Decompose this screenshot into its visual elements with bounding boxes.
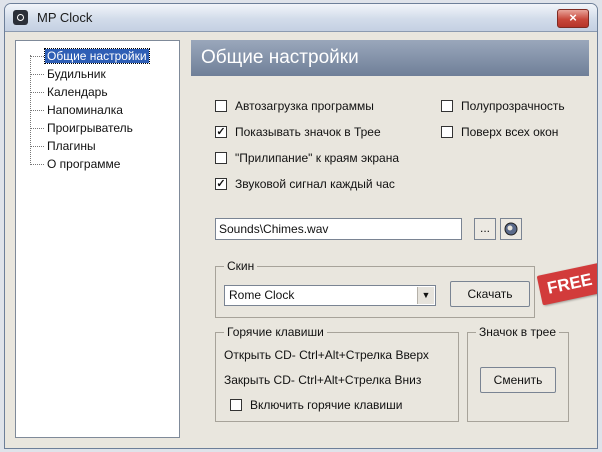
close-icon: × xyxy=(569,10,577,25)
chevron-down-icon: ▼ xyxy=(417,287,434,304)
checkbox-box: ✓ xyxy=(215,125,227,138)
free-badge: FREE xyxy=(536,260,597,306)
tree-item-label: О программе xyxy=(47,157,121,171)
always-on-top-checkbox[interactable]: Поверх всех окон xyxy=(441,124,558,140)
tree-item-about[interactable]: О программе xyxy=(30,156,122,172)
checkbox-box xyxy=(215,151,227,164)
hotkey-close-cd: Закрыть CD- Ctrl+Alt+Стрелка Вниз xyxy=(224,373,422,387)
snap-edges-checkbox[interactable]: "Прилипание" к краям экрана xyxy=(215,150,399,166)
checkbox-label: Показывать значок в Трее xyxy=(235,125,381,139)
checkbox-box xyxy=(441,125,453,138)
hotkeys-group: Горячие клавиши Открыть CD- Ctrl+Alt+Стр… xyxy=(215,325,459,422)
transparency-checkbox[interactable]: Полупрозрачность xyxy=(441,98,565,114)
skin-group-title: Скин xyxy=(224,259,258,273)
panel-header: Общие настройки xyxy=(191,40,589,76)
tree-item-label: Общие настройки xyxy=(44,48,150,64)
tree-item-calendar[interactable]: Календарь xyxy=(30,84,110,100)
change-tray-icon-button[interactable]: Сменить xyxy=(480,367,556,393)
tree-item-label: Будильник xyxy=(47,67,106,81)
hotkeys-group-title: Горячие клавиши xyxy=(224,325,327,339)
checkbox-label: Полупрозрачность xyxy=(461,99,565,113)
checkbox-label: Поверх всех окон xyxy=(461,125,559,139)
checkbox-box: ✓ xyxy=(215,177,227,190)
skin-group: Скин Rome Clock ▼ Скачать xyxy=(215,259,535,318)
window-title: MP Clock xyxy=(37,10,93,25)
checkbox-label: Автозагрузка программы xyxy=(235,99,374,113)
sound-file-input[interactable]: Sounds\Chimes.wav xyxy=(215,218,462,240)
autostart-checkbox[interactable]: Автозагрузка программы xyxy=(215,98,374,114)
browse-button[interactable]: ... xyxy=(474,218,496,240)
checkbox-box xyxy=(441,99,453,112)
skin-select-value: Rome Clock xyxy=(229,288,295,302)
speaker-icon xyxy=(504,222,518,236)
settings-tree: Общие настройки Будильник Календарь Напо… xyxy=(15,40,180,438)
tree-item-label: Календарь xyxy=(47,85,108,99)
enable-hotkeys-checkbox[interactable]: Включить горячие клавиши xyxy=(230,397,402,413)
settings-panel: Общие настройки Автозагрузка программы ✓… xyxy=(191,40,597,442)
ellipsis-icon: ... xyxy=(479,221,490,235)
tree-item-label: Плагины xyxy=(47,139,96,153)
title-bar: MP Clock × xyxy=(5,4,597,32)
close-button[interactable]: × xyxy=(557,9,589,28)
app-window: MP Clock × Общие настройки Будильник Кал… xyxy=(4,3,598,449)
tray-icon-group: Значок в трее Сменить xyxy=(467,325,569,422)
download-skin-button[interactable]: Скачать xyxy=(450,281,530,307)
tree-item-reminder[interactable]: Напоминалка xyxy=(30,102,125,118)
hourly-chime-checkbox[interactable]: ✓ Звуковой сигнал каждый час xyxy=(215,176,395,192)
tree-item-player[interactable]: Проигрыватель xyxy=(30,120,135,136)
show-tray-icon-checkbox[interactable]: ✓ Показывать значок в Трее xyxy=(215,124,381,140)
tree-item-label: Напоминалка xyxy=(47,103,123,117)
checkbox-box xyxy=(230,398,242,411)
play-sound-button[interactable] xyxy=(500,218,522,240)
skin-select[interactable]: Rome Clock ▼ xyxy=(224,285,436,306)
app-icon xyxy=(13,10,28,25)
tree-item-plugins[interactable]: Плагины xyxy=(30,138,98,154)
hotkey-open-cd: Открыть CD- Ctrl+Alt+Стрелка Вверх xyxy=(224,348,429,362)
tree-item-label: Проигрыватель xyxy=(47,121,133,135)
checkbox-label: Звуковой сигнал каждый час xyxy=(235,177,395,191)
checkbox-label: "Прилипание" к краям экрана xyxy=(235,151,400,165)
tree-item-alarm[interactable]: Будильник xyxy=(30,66,108,82)
checkbox-box xyxy=(215,99,227,112)
checkbox-label: Включить горячие клавиши xyxy=(250,398,403,412)
tree-item-general[interactable]: Общие настройки xyxy=(30,48,150,64)
tray-group-title: Значок в трее xyxy=(476,325,560,339)
